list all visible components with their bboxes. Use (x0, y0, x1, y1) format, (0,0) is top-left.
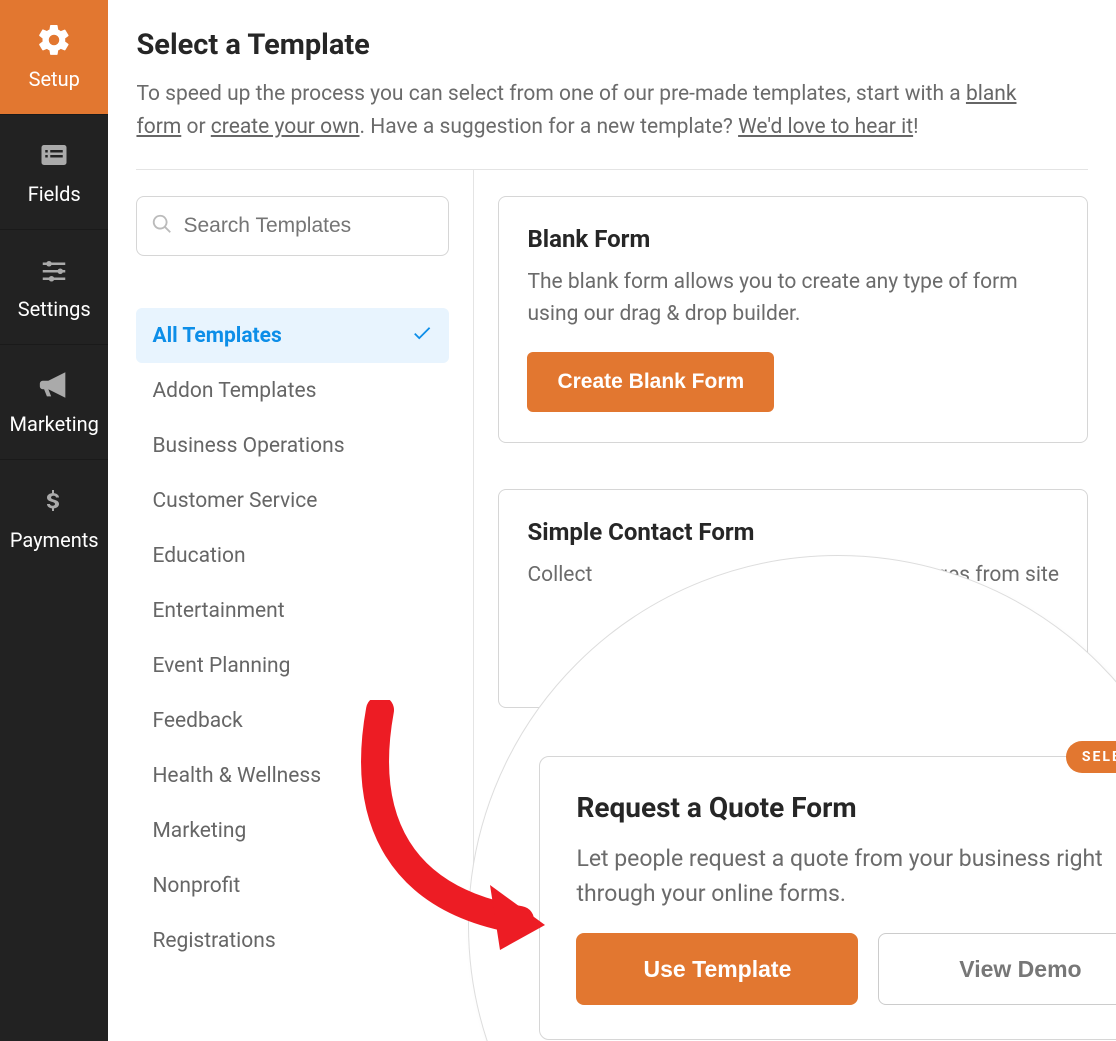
template-card-quote: SELECTED Request a Quote Form Let people… (539, 756, 1116, 1040)
card-desc: The blank form allows you to create any … (527, 267, 1059, 330)
megaphone-icon (34, 368, 74, 402)
card-desc: Let people request a quote from your bus… (576, 842, 1116, 911)
sidebar-item-settings[interactable]: Settings (0, 230, 108, 345)
category-item[interactable]: Customer Service (136, 473, 449, 528)
search-icon (151, 213, 173, 239)
category-item[interactable]: Marketing (136, 803, 449, 858)
use-template-button[interactable]: Use Template (576, 933, 858, 1005)
category-item-all[interactable]: All Templates (136, 308, 449, 363)
sidebar-label: Marketing (10, 412, 99, 436)
view-demo-button[interactable]: View Demo (878, 933, 1116, 1005)
page-subtitle: To speed up the process you can select f… (136, 78, 1056, 143)
sidebar-item-fields[interactable]: Fields (0, 115, 108, 230)
card-title: Request a Quote Form (576, 791, 1116, 824)
selected-badge: SELECTED (1066, 741, 1116, 773)
category-item[interactable]: Entertainment (136, 583, 449, 638)
category-item[interactable]: Nonprofit (136, 858, 449, 913)
sidebar: Setup Fields Settings Marketing Payments (0, 0, 108, 1041)
page-title: Select a Template (136, 28, 1088, 62)
link-hear-it[interactable]: We'd love to hear it (738, 115, 913, 139)
category-item[interactable]: Addon Templates (136, 363, 449, 418)
sliders-icon (34, 253, 74, 287)
category-item[interactable]: Registrations (136, 913, 449, 968)
check-icon (411, 322, 433, 350)
list-icon (34, 138, 74, 172)
sidebar-item-setup[interactable]: Setup (0, 0, 108, 115)
category-item[interactable]: Feedback (136, 693, 449, 748)
template-card-blank: Blank Form The blank form allows you to … (498, 196, 1088, 443)
category-item[interactable]: Event Planning (136, 638, 449, 693)
category-item[interactable]: Education (136, 528, 449, 583)
sidebar-label: Setup (29, 67, 80, 91)
sidebar-item-payments[interactable]: Payments (0, 460, 108, 575)
create-blank-form-button[interactable]: Create Blank Form (527, 352, 774, 412)
card-title: Blank Form (527, 225, 1059, 253)
sidebar-label: Payments (10, 528, 99, 552)
sidebar-item-marketing[interactable]: Marketing (0, 345, 108, 460)
category-list: All Templates Addon Templates Business O… (136, 308, 449, 968)
gear-icon (34, 23, 74, 57)
dollar-icon (34, 484, 74, 518)
sidebar-label: Settings (18, 297, 91, 321)
template-sidebar: All Templates Addon Templates Business O… (136, 170, 474, 968)
card-title: Simple Contact Form (527, 518, 1059, 546)
category-item[interactable]: Business Operations (136, 418, 449, 473)
sidebar-label: Fields (28, 182, 81, 206)
category-item[interactable]: Health & Wellness (136, 748, 449, 803)
link-create-own[interactable]: create your own (211, 115, 360, 139)
search-input[interactable] (183, 214, 454, 238)
search-box[interactable] (136, 196, 449, 256)
main-panel: Select a Template To speed up the proces… (108, 0, 1116, 1041)
